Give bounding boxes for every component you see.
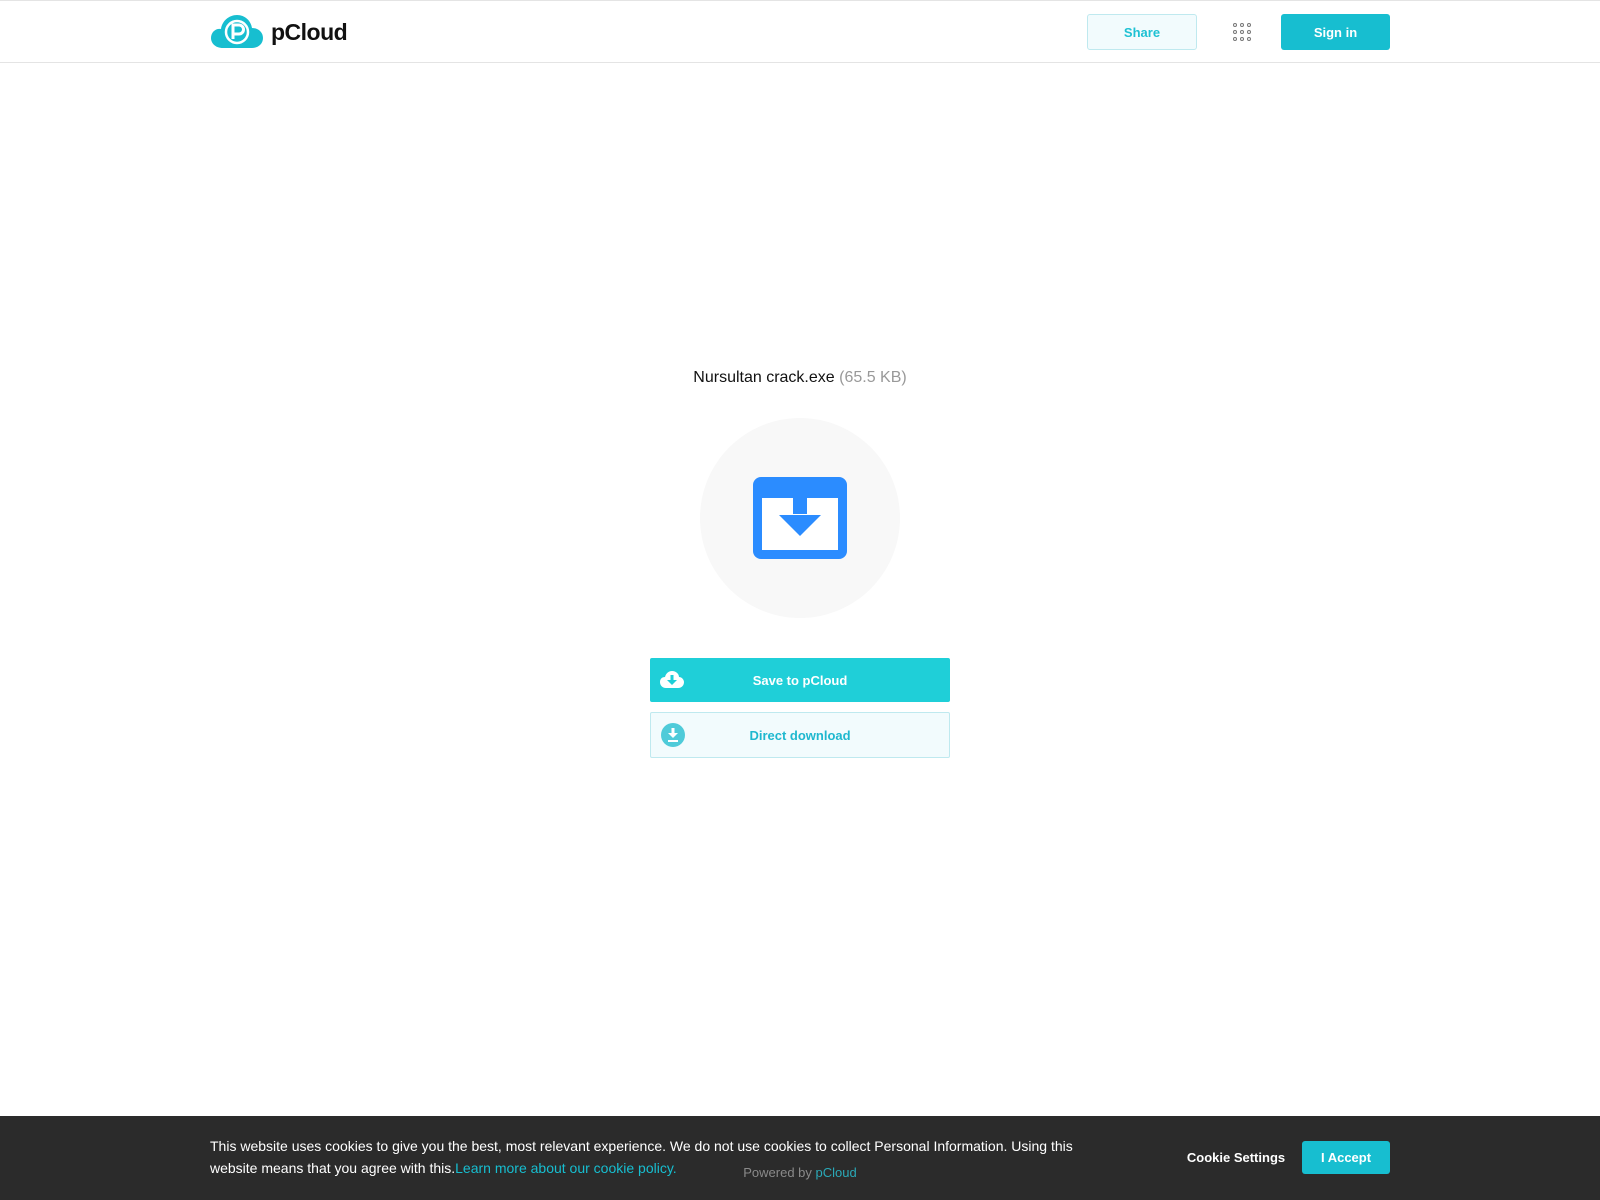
pcloud-logo-icon (211, 15, 263, 48)
download-icon (661, 723, 685, 747)
save-label: Save to pCloud (752, 672, 848, 688)
grid-icon[interactable] (1233, 23, 1251, 41)
powered-link[interactable]: pCloud (816, 1165, 857, 1180)
download-box-icon (753, 477, 847, 559)
header: pCloud Share Sign in (0, 0, 1600, 63)
logo-text: pCloud (271, 18, 348, 45)
cookie-banner: This website uses cookies to give you th… (0, 1116, 1600, 1200)
cookie-policy-link[interactable]: Learn more about our cookie policy. (455, 1160, 677, 1176)
direct-label: Direct download (749, 727, 851, 743)
share-button[interactable]: Share (1087, 14, 1197, 50)
file-name: Nursultan crack.exe (693, 369, 835, 386)
cloud-download-icon (660, 671, 684, 688)
accept-cookies-button[interactable]: I Accept (1302, 1141, 1390, 1174)
cookie-settings-button[interactable]: Cookie Settings (1180, 1140, 1292, 1174)
file-title: Nursultan crack.exe (65.5 KB) (0, 369, 1600, 387)
direct-download-button[interactable]: Direct download (650, 712, 950, 758)
file-size: (65.5 KB) (839, 369, 907, 386)
pcloud-logo[interactable]: pCloud (211, 15, 348, 49)
sign-in-button[interactable]: Sign in (1281, 14, 1390, 50)
save-to-pcloud-button[interactable]: Save to pCloud (650, 658, 950, 702)
cookie-text: This website uses cookies to give you th… (210, 1135, 1090, 1179)
